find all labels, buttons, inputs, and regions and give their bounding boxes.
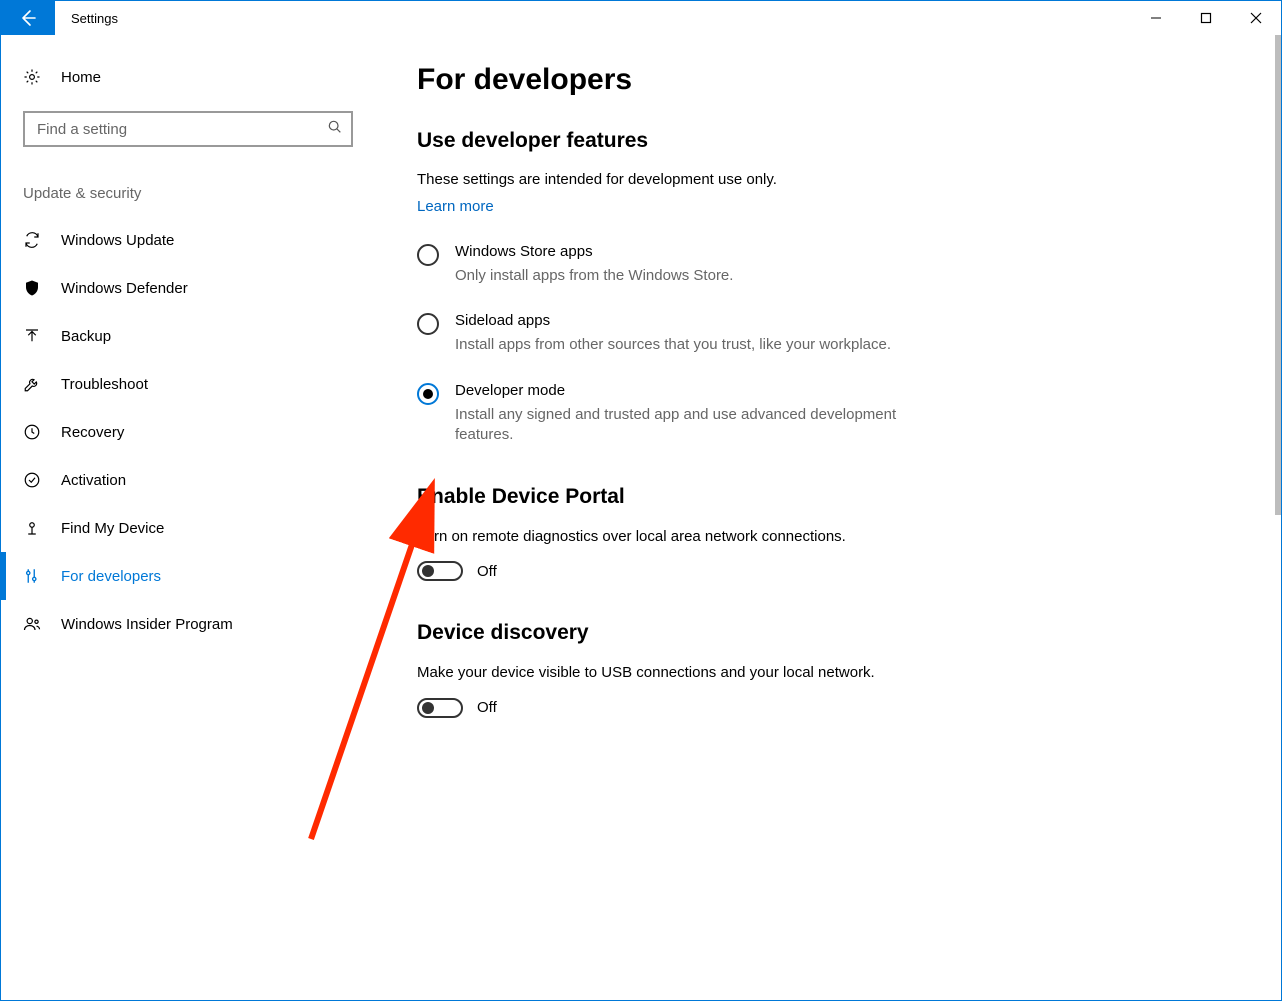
- device-discovery-toggle-label: Off: [477, 699, 497, 716]
- sidebar-item-insider[interactable]: Windows Insider Program: [1, 600, 369, 648]
- location-icon: [23, 519, 41, 537]
- radio-windows-store-apps[interactable]: Windows Store apps Only install apps fro…: [417, 243, 937, 286]
- gear-icon: [23, 68, 41, 86]
- sidebar: Home Update & security Windows Update Wi…: [1, 35, 369, 1000]
- sidebar-item-label: Windows Insider Program: [61, 616, 233, 633]
- main-panel: For developers Use developer features Th…: [369, 35, 1281, 1000]
- upload-icon: [23, 327, 41, 345]
- radio-indicator: [417, 383, 439, 405]
- close-button[interactable]: [1231, 1, 1281, 35]
- radio-desc: Only install apps from the Windows Store…: [455, 266, 733, 286]
- section-portal-desc: Turn on remote diagnostics over local ar…: [417, 527, 977, 547]
- sidebar-item-for-developers[interactable]: For developers: [1, 552, 369, 600]
- scrollbar[interactable]: [1275, 35, 1281, 515]
- sidebar-category: Update & security: [1, 171, 369, 216]
- sidebar-item-windows-update[interactable]: Windows Update: [1, 216, 369, 264]
- radio-title: Sideload apps: [455, 312, 891, 329]
- sidebar-item-find-my-device[interactable]: Find My Device: [1, 504, 369, 552]
- maximize-icon: [1200, 12, 1212, 24]
- search-input[interactable]: [23, 111, 353, 147]
- arrow-left-icon: [18, 8, 38, 28]
- sidebar-item-label: Activation: [61, 472, 126, 489]
- device-portal-toggle[interactable]: [417, 561, 463, 581]
- sidebar-item-label: Backup: [61, 328, 111, 345]
- section-portal-title: Enable Device Portal: [417, 485, 1249, 509]
- radio-developer-mode[interactable]: Developer mode Install any signed and tr…: [417, 382, 937, 446]
- radio-title: Windows Store apps: [455, 243, 733, 260]
- check-circle-icon: [23, 471, 41, 489]
- history-icon: [23, 423, 41, 441]
- sidebar-item-recovery[interactable]: Recovery: [1, 408, 369, 456]
- learn-more-link[interactable]: Learn more: [417, 198, 494, 215]
- radio-indicator: [417, 244, 439, 266]
- sidebar-item-label: For developers: [61, 568, 161, 585]
- home-nav[interactable]: Home: [1, 53, 369, 101]
- page-title: For developers: [417, 63, 1249, 97]
- minimize-icon: [1150, 12, 1162, 24]
- sidebar-item-windows-defender[interactable]: Windows Defender: [1, 264, 369, 312]
- radio-desc: Install apps from other sources that you…: [455, 335, 891, 355]
- wrench-icon: [23, 375, 41, 393]
- section-use-dev-title: Use developer features: [417, 129, 1249, 153]
- radio-desc: Install any signed and trusted app and u…: [455, 405, 937, 446]
- sync-icon: [23, 231, 41, 249]
- window-title: Settings: [55, 1, 118, 35]
- shield-icon: [23, 279, 41, 297]
- section-discovery-desc: Make your device visible to USB connecti…: [417, 663, 977, 683]
- sidebar-item-label: Recovery: [61, 424, 124, 441]
- home-label: Home: [61, 69, 101, 86]
- titlebar: Settings: [1, 1, 1281, 35]
- section-use-dev-desc: These settings are intended for developm…: [417, 171, 977, 188]
- close-icon: [1250, 12, 1262, 24]
- sidebar-item-label: Windows Update: [61, 232, 174, 249]
- radio-sideload-apps[interactable]: Sideload apps Install apps from other so…: [417, 312, 937, 355]
- sidebar-item-backup[interactable]: Backup: [1, 312, 369, 360]
- radio-title: Developer mode: [455, 382, 937, 399]
- section-discovery-title: Device discovery: [417, 621, 1249, 645]
- maximize-button[interactable]: [1181, 1, 1231, 35]
- sidebar-item-label: Find My Device: [61, 520, 164, 537]
- sidebar-item-label: Windows Defender: [61, 280, 188, 297]
- window-controls: [1131, 1, 1281, 35]
- sidebar-item-label: Troubleshoot: [61, 376, 148, 393]
- search-icon: [327, 119, 343, 139]
- radio-indicator: [417, 313, 439, 335]
- device-discovery-toggle[interactable]: [417, 698, 463, 718]
- back-button[interactable]: [1, 1, 55, 35]
- search-wrap: [23, 111, 353, 147]
- device-portal-toggle-label: Off: [477, 563, 497, 580]
- sliders-icon: [23, 567, 41, 585]
- sidebar-item-activation[interactable]: Activation: [1, 456, 369, 504]
- sidebar-item-troubleshoot[interactable]: Troubleshoot: [1, 360, 369, 408]
- minimize-button[interactable]: [1131, 1, 1181, 35]
- people-icon: [23, 615, 41, 633]
